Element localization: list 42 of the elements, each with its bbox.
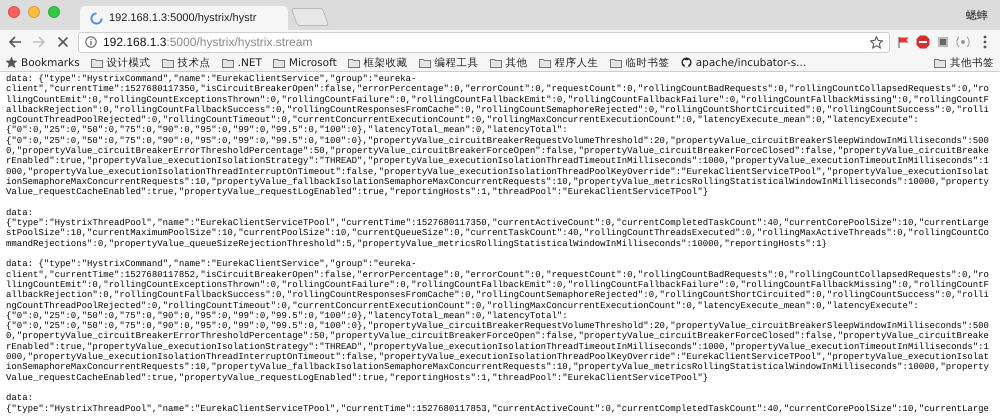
stream-event-text: data: {"type":"HystrixThreadPool","name":"EurekaClientServiceTPool","currentTime":1527680117350,"currentActiveCount":0,"currentCompletedTaskCount":40,"currentCorePoolSize":10,"currentLarge stPoolSize":10,"currentMaximumPoolSize":10,"currentPoolSize":10,"currentQueueSize":0,"currentTaskCount":40,"rollingCountThreadsExecuted":0,"rollingMaxActiveThreads":0,"rollingCountCo mmandRejections":0,"propertyValue_queueSizeRejectionThreshold":5,"propertyValue_metricsRollingStatisticalWindowInMilliseconds":10000,"reportingHosts":1} (6, 208, 990, 250)
flag-extension-icon[interactable] (896, 35, 910, 49)
menu-dots-icon (983, 35, 987, 49)
star-icon (6, 57, 17, 68)
folder-icon (222, 58, 234, 68)
grid-extension-icon[interactable] (936, 35, 950, 49)
bookmark[interactable]: .NET (222, 56, 262, 68)
stop-x-icon (57, 36, 69, 48)
forward-arrow-icon (32, 35, 46, 49)
bookmark[interactable]: 临时书签 (610, 56, 670, 70)
radio-extension-icon[interactable] (956, 35, 970, 49)
bookmark[interactable]: 编程工具 (418, 56, 479, 70)
bookmark[interactable]: 框架收藏 (348, 56, 408, 70)
bookmark[interactable]: 其他 (490, 56, 528, 70)
folder-icon (90, 58, 103, 68)
bookmark[interactable]: apache/incubator-s... (680, 56, 806, 68)
stop-sign-extension-icon[interactable] (916, 35, 930, 49)
bookmark[interactable]: 设计模式 (90, 56, 151, 70)
stream-event-text: data: {"type":"HystrixThreadPool","name":"EurekaClientServiceTPool","currentTime":1527680117853,"currentActiveCount":0,"currentCompletedTaskCount":40,"currentCorePoolSize":10,"currentLarge (6, 393, 990, 414)
bookmark[interactable]: Microsoft (272, 56, 337, 68)
address-bar[interactable]: 192.168.1.3:5000/hystrix/hystrix.stream (78, 32, 890, 52)
profile-name[interactable]: 蟋蟀 (966, 8, 988, 22)
bookmark[interactable]: 技术点 (162, 56, 211, 70)
bookmark[interactable]: Bookmarks (6, 56, 80, 68)
folder-icon (934, 58, 946, 68)
browser-tab[interactable]: 192.168.1.3:5000/hystrix/hystr (80, 6, 288, 30)
folder-icon (272, 58, 285, 68)
stream-event-text: data: {"type":"HystrixCommand","name":"EurekaClientService","group":"eureka- client","currentTime":1527680117350,"isCircuitBreakerOpen":false,"errorPercentage":0,"errorCount":0,"requestCount":0,"rollingCountBadRequests":0,"rollingCountCollapsedRequests":0,"ro llingCountEmit":0,"rollingCountExceptionsThrown":0,"rollingCountFailure":0,"rollingCountFallbackEmit":0,"rollingCountFallbackFailure":0,"rollingCountFallbackMissing":0,"rollingCountF allbackRejection":0,"rollingCountFallbackSuccess":0,"rollingCountResponsesFromCache":0,"rollingCountSemaphoreRejected":0,"rollingCountShortCircuited":0,"rollingCountSuccess":0,"rolli ngCountThreadPoolRejected":0,"rollingCountTimeout":0,"currentConcurrentExecutionCount":0,"rollingMaxConcurrentExecutionCount":0,"latencyExecute_mean":0,"latencyExecute": {"0":0,"25":0,"50":0,"75":0,"90":0,"95":0,"99":0,"99.5":0,"100":0},"latencyTotal_mean":0,"latencyTotal": {"0":0,"25":0,"50":0,"75":0,"90":0,"95":0,"99":0,"99.5":0,"100":0},"propertyValue_circuitBreakerRequestVolumeThreshold":20,"propertyValue_circuitBreakerSleepWindowInMilliseconds":500 0,"propertyValue_circuitBreakerErrorThresholdPercentage":50,"propertyValue_circuitBreakerForceOpen":false,"propertyValue_circuitBreakerForceClosed":false,"propertyValue_circuitBreake rEnabled":true,"propertyValue_executionIsolationStrategy":"THREAD","propertyValue_executionIsolationThreadTimeoutInMilliseconds":1000,"propertyValue_executionTimeoutInMilliseconds":1 000,"propertyValue_executionIsolationThreadInterruptOnTimeout":false,"propertyValue_executionIsolationThreadPoolKeyOverride":"EurekaClientServiceTPool","propertyValue_executionIsolat ionSemaphoreMaxConcurrentRequests":10,"propertyValue_fallbackIsolationSemaphoreMaxConcurrentRequests":10,"propertyValue_metricsRollingStatisticalWindowInMilliseconds":10000,"property Value_requestCacheEnabled":true,"propertyValue_requestLogEnabled":true,"reportingHosts":1,"threadPool":"EurekaClientServiceTPool"} (6, 74, 990, 198)
back-arrow-icon (8, 35, 22, 49)
info-icon[interactable] (85, 36, 97, 48)
bookmark[interactable]: 程序人生 (538, 56, 599, 70)
stream-event-text: data: {"type":"HystrixCommand","name":"EurekaClientService","group":"eureka- client","currentTime":1527680117852,"isCircuitBreakerOpen":false,"errorPercentage":0,"errorCount":0,"requestCount":0,"rollingCountBadRequests":0,"rollingCountCollapsedRequests":0,"ro llingCountEmit":0,"rollingCountExceptionsThrown":0,"rollingCountFailure":0,"rollingCountFallbackEmit":0,"rollingCountFallbackFailure":0,"rollingCountFallbackMissing":0,"rollingCountF allbackRejection":0,"rollingCountFallbackSuccess":0,"rollingCountResponsesFromCache":0,"rollingCountSemaphoreRejected":0,"rollingCountShortCircuited":0,"rollingCountSuccess":0,"rolli ngCountThreadPoolRejected":0,"rollingCountTimeout":0,"currentConcurrentExecutionCount":0,"rollingMaxConcurrentExecutionCount":0,"latencyExecute_mean":0,"latencyExecute": {"0":0,"25":0,"50":0,"75":0,"90":0,"95":0,"99":0,"99.5":0,"100":0},"latencyTotal_mean":0,"latencyTotal": {"0":0,"25":0,"50":0,"75":0,"90":0,"95":0,"99":0,"99.5":0,"100":0},"propertyValue_circuitBreakerRequestVolumeThreshold":20,"propertyValue_circuitBreakerSleepWindowInMilliseconds":500 0,"propertyValue_circuitBreakerErrorThresholdPercentage":50,"propertyValue_circuitBreakerForceOpen":false,"propertyValue_circuitBreakerForceClosed":false,"propertyValue_circuitBreake rEnabled":true,"propertyValue_executionIsolationStrategy":"THREAD","propertyValue_executionIsolationThreadTimeoutInMilliseconds":1000,"propertyValue_executionTimeoutInMilliseconds":1 000,"propertyValue_executionIsolationThreadInterruptOnTimeout":false,"propertyValue_executionIsolationThreadPoolKeyOverride":"EurekaClientServiceTPool","propertyValue_executionIsolat ionSemaphoreMaxConcurrentRequests":10,"propertyValue_fallbackIsolationSemaphoreMaxConcurrentRequests":10,"propertyValue_metricsRollingStatisticalWindowInMilliseconds":10000,"property Value_requestCacheEnabled":true,"propertyValue_requestLogEnabled":true,"reportingHosts":1,"threadPool":"EurekaClientServiceTPool"} (6, 259, 990, 383)
cat-logo-icon (680, 57, 692, 68)
close-window-button[interactable] (8, 6, 20, 18)
folder-icon (610, 58, 622, 68)
folder-icon (162, 58, 174, 68)
folder-icon (538, 58, 551, 68)
folder-icon (418, 58, 431, 68)
other-bookmarks[interactable]: 其他书签 (934, 56, 994, 70)
bookmark-star-icon[interactable] (870, 36, 883, 48)
folder-icon (490, 58, 502, 68)
folder-icon (348, 58, 360, 68)
